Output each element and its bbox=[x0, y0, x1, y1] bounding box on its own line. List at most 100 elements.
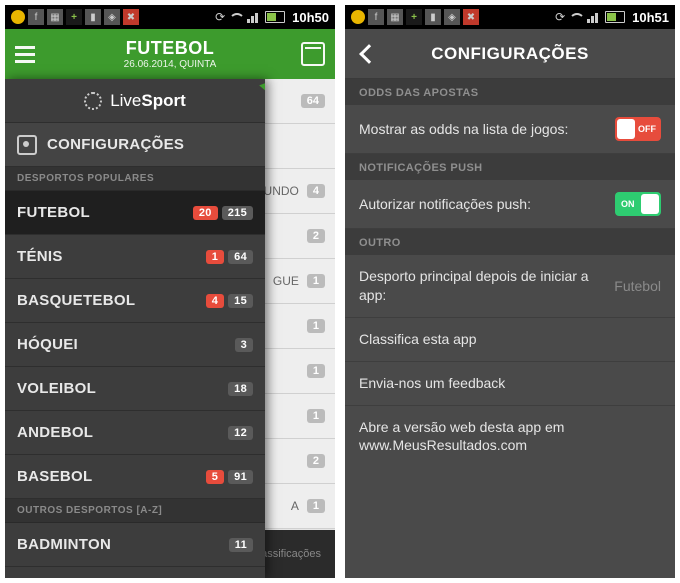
brand-prefix: Live bbox=[110, 91, 141, 110]
gear-icon bbox=[17, 135, 37, 155]
bg-row-count: 1 bbox=[307, 409, 325, 423]
other-sports-section-header: OUTROS DESPORTOS [A-Z] bbox=[5, 499, 265, 523]
bg-row-count: 1 bbox=[307, 499, 325, 513]
sport-name: BASEBOL bbox=[17, 468, 92, 485]
total-count-badge: 15 bbox=[228, 294, 253, 308]
sync-icon: ⟳ bbox=[555, 10, 565, 24]
brand-suffix: Sport bbox=[141, 91, 185, 110]
settings-label: CONFIGURAÇÕES bbox=[47, 136, 184, 153]
row-push-auth[interactable]: Autorizar notificações push: ON bbox=[345, 180, 675, 229]
battery-icon bbox=[605, 11, 625, 23]
row-label: Desporto principal depois de iniciar a a… bbox=[359, 267, 614, 305]
total-count-badge: 18 bbox=[228, 382, 253, 396]
section-push: NOTIFICAÇÕES PUSH bbox=[345, 154, 675, 180]
sport-name: FUTEBOL bbox=[17, 204, 90, 221]
facebook-icon: f bbox=[28, 9, 44, 25]
total-count-badge: 11 bbox=[229, 538, 253, 552]
sport-item[interactable]: ANDEBOL 12 bbox=[5, 411, 265, 455]
back-button[interactable] bbox=[357, 43, 379, 65]
sport-item[interactable]: VOLEIBOL 18 bbox=[5, 367, 265, 411]
total-count-badge: 91 bbox=[228, 470, 253, 484]
total-count-badge: 12 bbox=[228, 426, 253, 440]
bg-row-count: 64 bbox=[301, 94, 325, 108]
sport-name: BASQUETEBOL bbox=[17, 292, 135, 309]
facebook-icon: f bbox=[368, 9, 384, 25]
sport-item[interactable]: BADMINTON 11 bbox=[5, 523, 265, 567]
livesport-logo-icon bbox=[84, 92, 102, 110]
app-icon: ▮ bbox=[425, 9, 441, 25]
calendar-icon: ▦ bbox=[47, 9, 63, 25]
calendar-button[interactable] bbox=[301, 42, 325, 66]
calendar-icon: ▦ bbox=[387, 9, 403, 25]
total-count-badge: 64 bbox=[228, 250, 253, 264]
bg-row-count: 2 bbox=[307, 229, 325, 243]
settings-menu-item[interactable]: CONFIGURAÇÕES bbox=[5, 123, 265, 167]
toggle-push[interactable]: ON bbox=[615, 192, 661, 216]
row-default-sport[interactable]: Desporto principal depois de iniciar a a… bbox=[345, 255, 675, 318]
row-show-odds[interactable]: Mostrar as odds na lista de jogos: OFF bbox=[345, 105, 675, 154]
notification-icon bbox=[351, 10, 365, 24]
sport-name: ANDEBOL bbox=[17, 424, 93, 441]
section-other: OUTRO bbox=[345, 229, 675, 255]
signal-icon bbox=[587, 11, 601, 23]
battery-icon bbox=[265, 11, 285, 23]
sport-item[interactable]: BASQUETEBOL 4 15 bbox=[5, 279, 265, 323]
total-count-badge: 215 bbox=[222, 206, 253, 220]
sport-item[interactable]: FUTEBOL 20 215 bbox=[5, 191, 265, 235]
bg-row-count: 4 bbox=[307, 184, 325, 198]
sport-name: VOLEIBOL bbox=[17, 380, 96, 397]
live-count-badge: 4 bbox=[206, 294, 224, 308]
toggle-state: ON bbox=[621, 199, 635, 209]
tag-icon: ◈ bbox=[444, 9, 460, 25]
bg-row-count: 1 bbox=[307, 364, 325, 378]
brand-row: LiveSport bbox=[5, 79, 265, 123]
tag-icon: ◈ bbox=[104, 9, 120, 25]
total-count-badge: 3 bbox=[235, 338, 253, 352]
tutorial-arrow-icon bbox=[259, 79, 265, 112]
toggle-show-odds[interactable]: OFF bbox=[615, 117, 661, 141]
phone-right-settings-screen: f ▦ + ▮ ◈ ✖ ⟳ 10h51 CONFIGURAÇÕES ODDS D… bbox=[345, 5, 675, 578]
wifi-icon bbox=[229, 11, 243, 23]
row-label: Envia-nos um feedback bbox=[359, 374, 661, 393]
bg-row-label: A bbox=[291, 499, 299, 513]
plus-icon: + bbox=[66, 9, 82, 25]
settings-header: CONFIGURAÇÕES bbox=[345, 29, 675, 79]
wifi-icon bbox=[569, 11, 583, 23]
phone-left-drawer-screen: f ▦ + ▮ ◈ ✖ ⟳ 10h50 FUTEBOL 26.06.2014, … bbox=[5, 5, 335, 578]
sport-item[interactable]: TÉNIS164 bbox=[5, 235, 265, 279]
sport-item[interactable]: BASEBOL 5 91 bbox=[5, 455, 265, 499]
menu-button[interactable] bbox=[15, 42, 39, 66]
cross-icon: ✖ bbox=[123, 9, 139, 25]
status-bar: f ▦ + ▮ ◈ ✖ ⟳ 10h51 bbox=[345, 5, 675, 29]
header-subtitle: 26.06.2014, QUINTA bbox=[39, 59, 301, 70]
cross-icon: ✖ bbox=[463, 9, 479, 25]
sport-item[interactable]: HÓQUEI 3 bbox=[5, 323, 265, 367]
live-count-badge: 5 bbox=[206, 470, 224, 484]
row-rate-app[interactable]: Classifica esta app bbox=[345, 318, 675, 362]
app-icon: ▮ bbox=[85, 9, 101, 25]
plus-icon: + bbox=[406, 9, 422, 25]
row-label: Classifica esta app bbox=[359, 330, 661, 349]
bg-row-count: 1 bbox=[307, 274, 325, 288]
sport-name: HÓQUEI bbox=[17, 336, 78, 353]
bg-row-count: 1 bbox=[307, 319, 325, 333]
settings-body: ODDS DAS APOSTAS Mostrar as odds na list… bbox=[345, 79, 675, 578]
live-count-badge: 1 bbox=[206, 250, 224, 264]
sport-name: BADMINTON bbox=[17, 536, 111, 553]
toggle-state: OFF bbox=[638, 124, 656, 134]
status-bar: f ▦ + ▮ ◈ ✖ ⟳ 10h50 bbox=[5, 5, 335, 29]
live-count-badge: 20 bbox=[193, 206, 218, 220]
sync-icon: ⟳ bbox=[215, 10, 225, 24]
row-feedback[interactable]: Envia-nos um feedback bbox=[345, 362, 675, 406]
row-value: Futebol bbox=[614, 278, 661, 294]
navigation-drawer: LiveSport CONFIGURAÇÕES DESPORTOS POPULA… bbox=[5, 79, 265, 578]
bg-row-label: GUE bbox=[273, 274, 299, 288]
row-label: Autorizar notificações push: bbox=[359, 195, 615, 214]
row-web-version[interactable]: Abre a versão web desta app em www.MeusR… bbox=[345, 406, 675, 468]
row-label: Mostrar as odds na lista de jogos: bbox=[359, 120, 615, 139]
notification-icon bbox=[11, 10, 25, 24]
clock: 10h50 bbox=[292, 10, 329, 25]
section-odds: ODDS DAS APOSTAS bbox=[345, 79, 675, 105]
header-title: FUTEBOL bbox=[39, 38, 301, 59]
bg-row-count: 2 bbox=[307, 454, 325, 468]
